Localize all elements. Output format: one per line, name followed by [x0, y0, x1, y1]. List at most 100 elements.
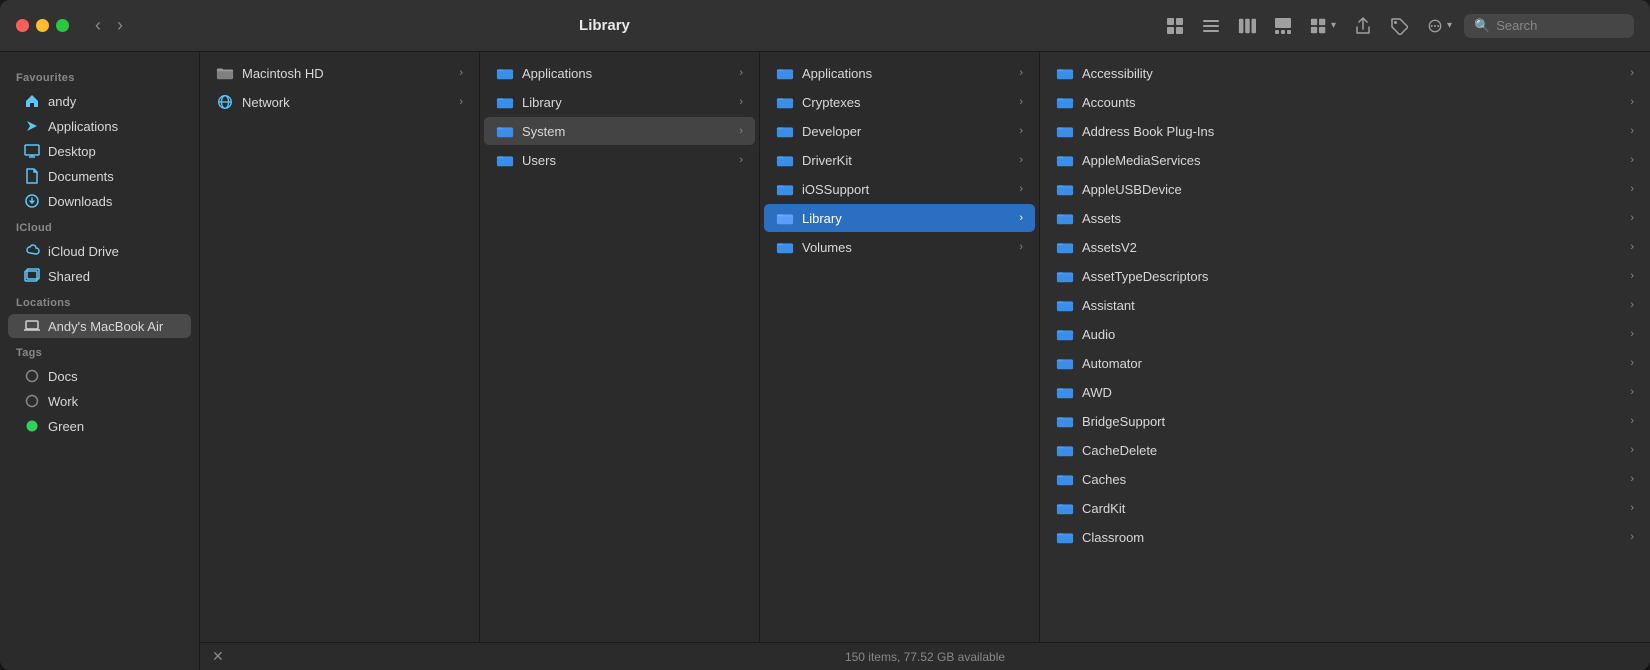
more-icon: [1426, 17, 1444, 35]
col1-item-network[interactable]: Network ›: [204, 88, 475, 116]
group-button[interactable]: ▾: [1304, 13, 1342, 39]
col4-item-audio[interactable]: Audio ›: [1044, 320, 1646, 348]
minimize-button[interactable]: [36, 19, 49, 32]
sidebar: Favourites andy Applications: [0, 52, 200, 670]
col4-item-caches[interactable]: Caches ›: [1044, 465, 1646, 493]
col4-cardkit-label: CardKit: [1082, 501, 1622, 516]
col4-cardkit-chevron: ›: [1630, 502, 1634, 514]
col2-item-system[interactable]: System ›: [484, 117, 755, 145]
sidebar-item-shared-label: Shared: [48, 269, 90, 284]
view-grid-button[interactable]: [1160, 13, 1190, 39]
search-bar[interactable]: 🔍: [1464, 14, 1634, 38]
sidebar-item-applications[interactable]: Applications: [8, 114, 191, 138]
statusbar-text: 150 items, 77.52 GB available: [845, 650, 1005, 664]
col4-accounts-label: Accounts: [1082, 95, 1622, 110]
col4-audio-chevron: ›: [1630, 328, 1634, 340]
col2-applications-label: Applications: [522, 66, 731, 81]
sidebar-item-icloud[interactable]: iCloud Drive: [8, 239, 191, 263]
col3-developer-icon: [776, 122, 794, 140]
doc-icon: [24, 168, 40, 184]
more-button[interactable]: ▾: [1420, 13, 1458, 39]
col4-item-classroom[interactable]: Classroom ›: [1044, 523, 1646, 551]
col4-automator-icon: [1056, 354, 1074, 372]
close-button[interactable]: [16, 19, 29, 32]
col4-awd-label: AWD: [1082, 385, 1622, 400]
col3-library-icon: [776, 209, 794, 227]
col4-caches-label: Caches: [1082, 472, 1622, 487]
col3-driverkit-chevron: ›: [1019, 154, 1023, 166]
col2-library-label: Library: [522, 95, 731, 110]
col1-macintosh-hd-chevron: ›: [459, 67, 463, 79]
col1-item-macintosh-hd[interactable]: Macintosh HD ›: [204, 59, 475, 87]
col3-applications-label: Applications: [802, 66, 1011, 81]
col3-item-driverkit[interactable]: DriverKit ›: [764, 146, 1035, 174]
laptop-icon: [24, 318, 40, 334]
sidebar-item-green-tag[interactable]: Green: [8, 414, 191, 438]
col4-classroom-label: Classroom: [1082, 530, 1622, 545]
col3-item-library[interactable]: Library ›: [764, 204, 1035, 232]
col3-volumes-chevron: ›: [1019, 241, 1023, 253]
col3-driverkit-label: DriverKit: [802, 153, 1011, 168]
window-title: Library: [61, 17, 1148, 34]
tag-work-icon: [24, 393, 40, 409]
col4-item-assistant[interactable]: Assistant ›: [1044, 291, 1646, 319]
sidebar-item-documents[interactable]: Documents: [8, 164, 191, 188]
sidebar-item-shared[interactable]: Shared: [8, 264, 191, 288]
col4-applemediaservices-label: AppleMediaServices: [1082, 153, 1622, 168]
col3-item-iossupport[interactable]: iOSSupport ›: [764, 175, 1035, 203]
share-icon: [1354, 17, 1372, 35]
col4-item-awd[interactable]: AWD ›: [1044, 378, 1646, 406]
share-button[interactable]: [1348, 13, 1378, 39]
sidebar-item-desktop-label: Desktop: [48, 144, 96, 159]
col4-bridgesupport-icon: [1056, 412, 1074, 430]
col4-address-book-icon: [1056, 122, 1074, 140]
col4-item-bridgesupport[interactable]: BridgeSupport ›: [1044, 407, 1646, 435]
view-gallery-button[interactable]: [1268, 13, 1298, 39]
col3-applications-icon: [776, 64, 794, 82]
col4-accessibility-icon: [1056, 64, 1074, 82]
statusbar-close-button[interactable]: ✕: [212, 648, 224, 665]
col4-classroom-chevron: ›: [1630, 531, 1634, 543]
col2-item-applications[interactable]: Applications ›: [484, 59, 755, 87]
col3-item-volumes[interactable]: Volumes ›: [764, 233, 1035, 261]
col3-item-cryptexes[interactable]: Cryptexes ›: [764, 88, 1035, 116]
col3-iossupport-chevron: ›: [1019, 183, 1023, 195]
col4-item-assets[interactable]: Assets ›: [1044, 204, 1646, 232]
col4-item-assettypedescriptors[interactable]: AssetTypeDescriptors ›: [1044, 262, 1646, 290]
tag-button[interactable]: [1384, 13, 1414, 39]
search-input[interactable]: [1496, 18, 1626, 33]
col4-item-address-book[interactable]: Address Book Plug-Ins ›: [1044, 117, 1646, 145]
desktop-icon: [24, 143, 40, 159]
col2-item-users[interactable]: Users ›: [484, 146, 755, 174]
col3-item-developer[interactable]: Developer ›: [764, 117, 1035, 145]
sidebar-item-macbook[interactable]: Andy's MacBook Air: [8, 314, 191, 338]
col4-item-automator[interactable]: Automator ›: [1044, 349, 1646, 377]
view-columns-button[interactable]: [1232, 13, 1262, 39]
sidebar-item-desktop[interactable]: Desktop: [8, 139, 191, 163]
col4-item-applemediaservices[interactable]: AppleMediaServices ›: [1044, 146, 1646, 174]
col4-accounts-icon: [1056, 93, 1074, 111]
col3-volumes-label: Volumes: [802, 240, 1011, 255]
col3-item-applications[interactable]: Applications ›: [764, 59, 1035, 87]
column-1: Macintosh HD › Network ›: [200, 52, 480, 642]
col4-item-accessibility[interactable]: Accessibility ›: [1044, 59, 1646, 87]
col4-awd-chevron: ›: [1630, 386, 1634, 398]
view-list-button[interactable]: [1196, 13, 1226, 39]
col4-audio-icon: [1056, 325, 1074, 343]
col4-assets-chevron: ›: [1630, 212, 1634, 224]
col4-item-cachedelete[interactable]: CacheDelete ›: [1044, 436, 1646, 464]
col4-caches-chevron: ›: [1630, 473, 1634, 485]
col4-item-assetsv2[interactable]: AssetsV2 ›: [1044, 233, 1646, 261]
col4-item-appleusbdevice[interactable]: AppleUSBDevice ›: [1044, 175, 1646, 203]
sidebar-item-andy[interactable]: andy: [8, 89, 191, 113]
sidebar-item-downloads[interactable]: Downloads: [8, 189, 191, 213]
tags-label: Tags: [0, 339, 199, 363]
col2-item-library[interactable]: Library ›: [484, 88, 755, 116]
sidebar-item-docs-tag[interactable]: Docs: [8, 364, 191, 388]
col4-item-cardkit[interactable]: CardKit ›: [1044, 494, 1646, 522]
col4-item-accounts[interactable]: Accounts ›: [1044, 88, 1646, 116]
sidebar-item-work-tag[interactable]: Work: [8, 389, 191, 413]
col4-automator-chevron: ›: [1630, 357, 1634, 369]
col1-macintosh-hd-label: Macintosh HD: [242, 66, 451, 81]
col3-applications-chevron: ›: [1019, 67, 1023, 79]
